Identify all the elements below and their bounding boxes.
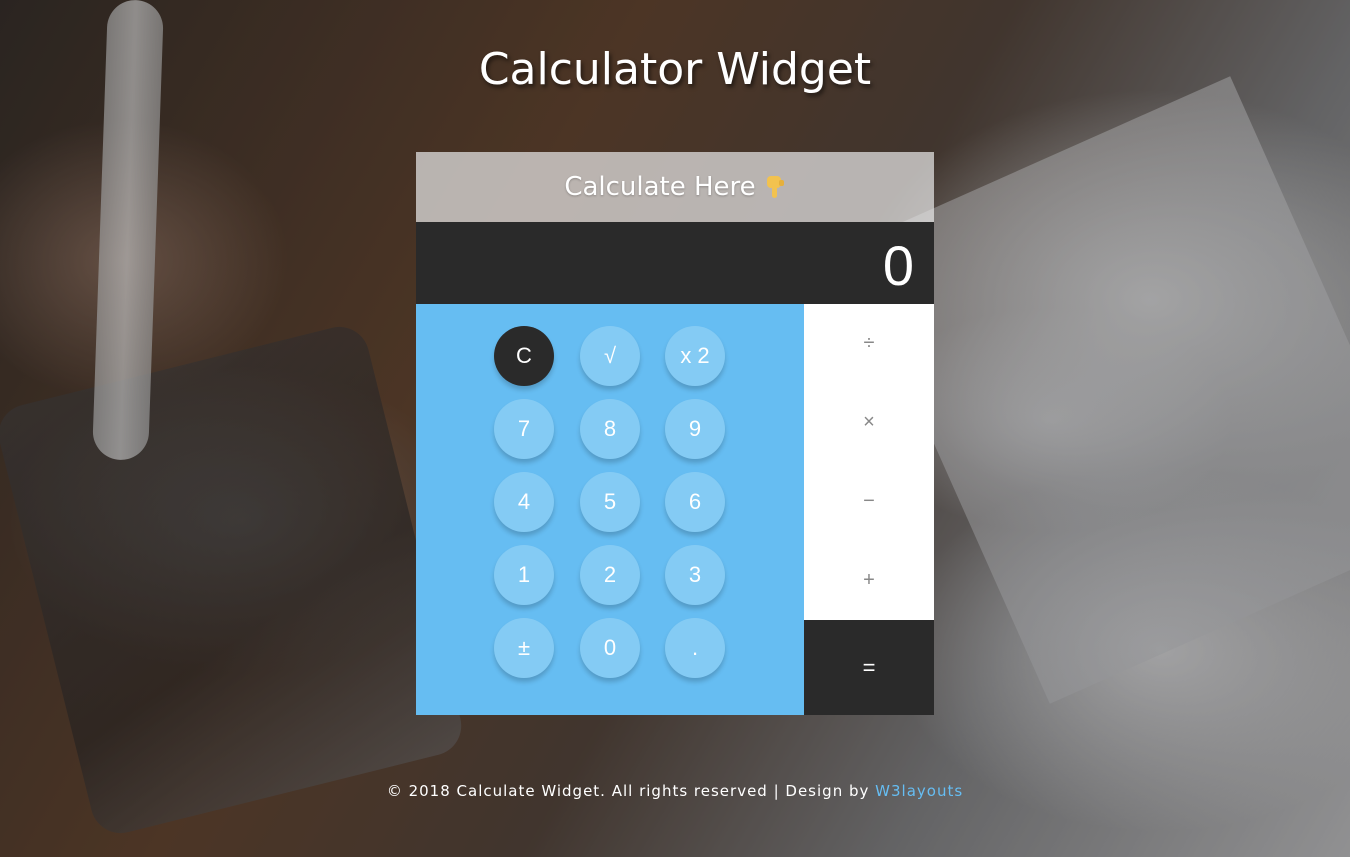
key-2[interactable]: 2	[580, 545, 640, 605]
key-5[interactable]: 5	[580, 472, 640, 532]
key-4[interactable]: 4	[494, 472, 554, 532]
calculator-widget: Calculate Here 0 C √ x 2 7 8 9 4 5 6 1 2…	[416, 152, 934, 715]
add-button[interactable]: +	[804, 541, 934, 620]
key-0[interactable]: 0	[580, 618, 640, 678]
footer: © 2018 Calculate Widget. All rights rese…	[0, 782, 1350, 800]
widget-header-label: Calculate Here	[564, 172, 756, 202]
square-root-button[interactable]: √	[580, 326, 640, 386]
multiply-button[interactable]: ×	[804, 383, 934, 462]
footer-copyright: © 2018 Calculate Widget. All rights rese…	[386, 782, 870, 800]
key-7[interactable]: 7	[494, 399, 554, 459]
display-value: 0	[882, 234, 914, 297]
pointing-down-hand-icon	[764, 174, 786, 200]
equals-button[interactable]: =	[804, 620, 934, 715]
key-3[interactable]: 3	[665, 545, 725, 605]
key-1[interactable]: 1	[494, 545, 554, 605]
plus-minus-button[interactable]: ±	[494, 618, 554, 678]
decimal-button[interactable]: .	[665, 618, 725, 678]
widget-header: Calculate Here	[416, 152, 934, 222]
subtract-button[interactable]: −	[804, 462, 934, 541]
keypad: C √ x 2 7 8 9 4 5 6 1 2 3 ± 0 .	[416, 304, 804, 715]
calculator-display: 0	[416, 222, 934, 304]
divide-button[interactable]: ÷	[804, 304, 934, 383]
operators-panel: ÷ × − +	[804, 304, 934, 620]
clear-button[interactable]: C	[494, 326, 554, 386]
page-title: Calculator Widget	[478, 44, 872, 95]
key-8[interactable]: 8	[580, 399, 640, 459]
key-6[interactable]: 6	[665, 472, 725, 532]
square-button[interactable]: x 2	[665, 326, 725, 386]
footer-w3layouts-link[interactable]: W3layouts	[875, 782, 963, 800]
key-9[interactable]: 9	[665, 399, 725, 459]
